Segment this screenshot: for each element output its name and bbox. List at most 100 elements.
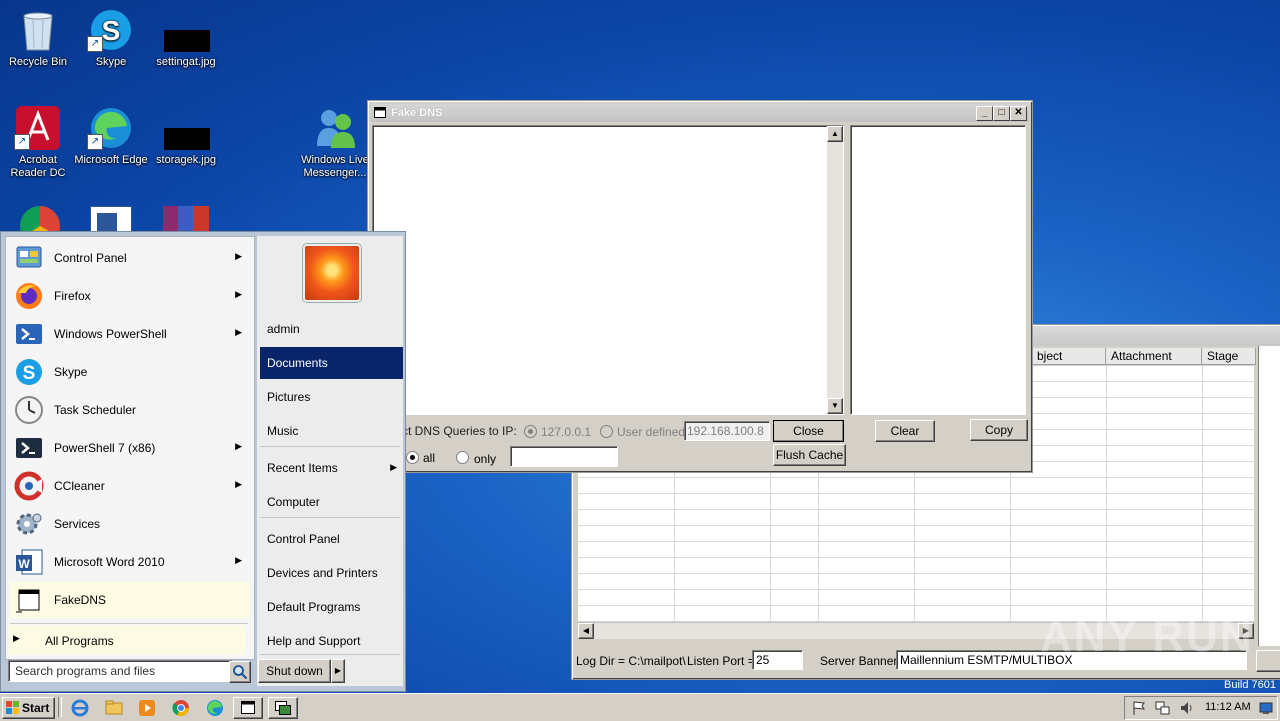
radio-localhost-label: 127.0.0.1 <box>541 425 592 439</box>
place-item-control-panel[interactable]: Control Panel <box>260 523 403 555</box>
radio-all-label: all <box>423 451 436 465</box>
start-button[interactable]: Start <box>2 697 55 719</box>
desktop-icon-acrobat[interactable]: ↗ Acrobat Reader DC <box>0 106 76 180</box>
scroll-down-icon[interactable]: ▼ <box>827 398 843 414</box>
folder-icon[interactable] <box>104 698 124 718</box>
media-player-icon[interactable] <box>137 698 157 718</box>
start-item-microsoft-word-2010[interactable]: W Microsoft Word 2010 ▶ <box>10 544 250 580</box>
mailpot-extra-button[interactable] <box>1256 650 1280 672</box>
start-item-firefox[interactable]: Firefox ▶ <box>10 278 250 314</box>
minimize-button[interactable]: _ <box>976 106 993 121</box>
start-item-services[interactable]: Services <box>10 506 250 542</box>
radio-only[interactable] <box>456 451 469 464</box>
chrome-icon[interactable] <box>171 698 191 718</box>
start-item-fakedns[interactable]: FakeDNS <box>10 582 250 618</box>
taskbar-fakedns-button[interactable] <box>233 697 263 719</box>
desktop-icon-live-messenger[interactable]: Windows Live Messenger... <box>297 106 373 180</box>
place-item-admin[interactable]: admin <box>260 313 403 345</box>
user-avatar[interactable] <box>303 244 361 302</box>
desktop-icon-recycle-bin[interactable]: Recycle Bin <box>0 8 76 69</box>
start-item-skype[interactable]: S Skype <box>10 354 250 390</box>
submenu-arrow-icon: ▶ <box>235 479 242 489</box>
mailpot-app-icon <box>275 701 291 715</box>
window-app-icon <box>374 107 386 118</box>
icon-label: Windows Live Messenger... <box>301 154 369 179</box>
start-item-powershell-7-x86[interactable]: PowerShell 7 (x86) ▶ <box>10 430 250 466</box>
listen-port-input[interactable]: 25 <box>752 650 803 670</box>
desktop-icon-skype[interactable]: S ↗ Skype <box>73 8 149 69</box>
place-item-devices-and-printers[interactable]: Devices and Printers <box>260 557 403 589</box>
radio-user-defined[interactable] <box>600 425 613 438</box>
column-header-subject[interactable]: bject <box>1032 348 1106 365</box>
desktop-icon-settingat[interactable]: settingat.jpg <box>148 8 224 69</box>
start-search-input[interactable]: Search programs and files <box>8 660 233 682</box>
dns-results-list[interactable] <box>850 125 1026 415</box>
icon-label: storagek.jpg <box>156 154 216 166</box>
taskbar-mailpot-button[interactable] <box>268 697 298 719</box>
clear-button[interactable]: Clear <box>875 420 935 442</box>
close-window-button[interactable]: ✕ <box>1010 106 1027 121</box>
place-item-computer[interactable]: Computer <box>260 486 403 518</box>
copy-button[interactable]: Copy <box>970 419 1028 441</box>
radio-all[interactable] <box>406 451 419 464</box>
shutdown-options-button[interactable]: ▶ <box>331 659 345 683</box>
network-icon[interactable] <box>1155 700 1171 716</box>
start-item-task-scheduler[interactable]: Task Scheduler <box>10 392 250 428</box>
shutdown-button[interactable]: Shut down <box>258 659 331 683</box>
place-item-default-programs[interactable]: Default Programs <box>260 591 403 623</box>
icon-label: Skype <box>95 56 127 68</box>
svg-text:S: S <box>23 363 36 384</box>
place-item-label: Control Panel <box>267 532 340 546</box>
icon-label: Recycle Bin <box>8 56 68 68</box>
vertical-scrollbar[interactable]: ▲ ▼ <box>827 126 843 414</box>
search-button[interactable] <box>229 661 251 683</box>
submenu-arrow-icon: ▶ <box>235 555 242 565</box>
only-domain-input[interactable] <box>510 446 618 467</box>
places-separator <box>260 517 400 518</box>
start-item-windows-powershell[interactable]: Windows PowerShell ▶ <box>10 316 250 352</box>
fake-dns-titlebar[interactable]: Fake DNS _ □ ✕ <box>371 104 1029 122</box>
icon-label: Acrobat Reader DC <box>10 154 66 179</box>
flush-cache-button[interactable]: Flush Cache <box>773 444 846 466</box>
logdir-label: Log Dir = C:\mailpot\ <box>576 654 686 668</box>
start-item-control-panel[interactable]: Control Panel ▶ <box>10 240 250 276</box>
taskbar-separator <box>58 697 62 717</box>
edge-icon[interactable] <box>205 698 225 718</box>
icon-label: settingat.jpg <box>156 56 216 68</box>
close-button[interactable]: Close <box>773 420 844 442</box>
show-desktop-icon[interactable] <box>1259 701 1273 715</box>
column-header-attachment[interactable]: Attachment <box>1106 348 1202 365</box>
submenu-arrow-icon: ▶ <box>235 251 242 261</box>
maximize-button[interactable]: □ <box>993 106 1010 121</box>
desktop-icon-edge[interactable]: ↗ Microsoft Edge <box>73 106 149 167</box>
right-frame-panel <box>1258 346 1280 646</box>
start-item-ccleaner[interactable]: CCleaner ▶ <box>10 468 250 504</box>
all-programs-button[interactable]: ▶ All Programs <box>9 625 245 655</box>
place-item-label: Default Programs <box>267 600 361 614</box>
clock[interactable]: 11:12 AM <box>1205 701 1251 713</box>
place-item-music[interactable]: Music <box>260 415 403 447</box>
dns-log-area[interactable]: ▲ ▼ <box>372 125 844 415</box>
fakedns-app-icon <box>16 589 40 613</box>
scroll-left-icon[interactable]: ◀ <box>578 623 594 639</box>
svg-text:W: W <box>18 557 30 571</box>
column-header-stage[interactable]: Stage <box>1202 348 1256 365</box>
listen-port-label: Listen Port = <box>687 654 755 668</box>
word-partial-icon <box>90 206 134 231</box>
services-icon <box>16 513 42 535</box>
place-item-pictures[interactable]: Pictures <box>260 381 403 413</box>
place-item-documents[interactable]: Documents <box>260 347 403 379</box>
scroll-up-icon[interactable]: ▲ <box>827 126 843 142</box>
place-item-label: Recent Items <box>267 461 338 475</box>
radio-localhost[interactable] <box>524 425 537 438</box>
ip-address-input[interactable]: 192.168.100.8 <box>684 421 770 441</box>
places-separator <box>260 654 400 655</box>
desktop-icon-storagek[interactable]: storagek.jpg <box>148 106 224 167</box>
ie-icon[interactable] <box>70 698 90 718</box>
volume-icon[interactable] <box>1179 700 1195 716</box>
start-label: Start <box>22 701 50 715</box>
place-item-recent-items[interactable]: Recent Items ▶ <box>260 452 403 484</box>
flag-icon[interactable] <box>1131 700 1147 716</box>
skype-icon: S ↗ <box>87 8 135 52</box>
place-item-help-and-support[interactable]: Help and Support <box>260 625 403 657</box>
